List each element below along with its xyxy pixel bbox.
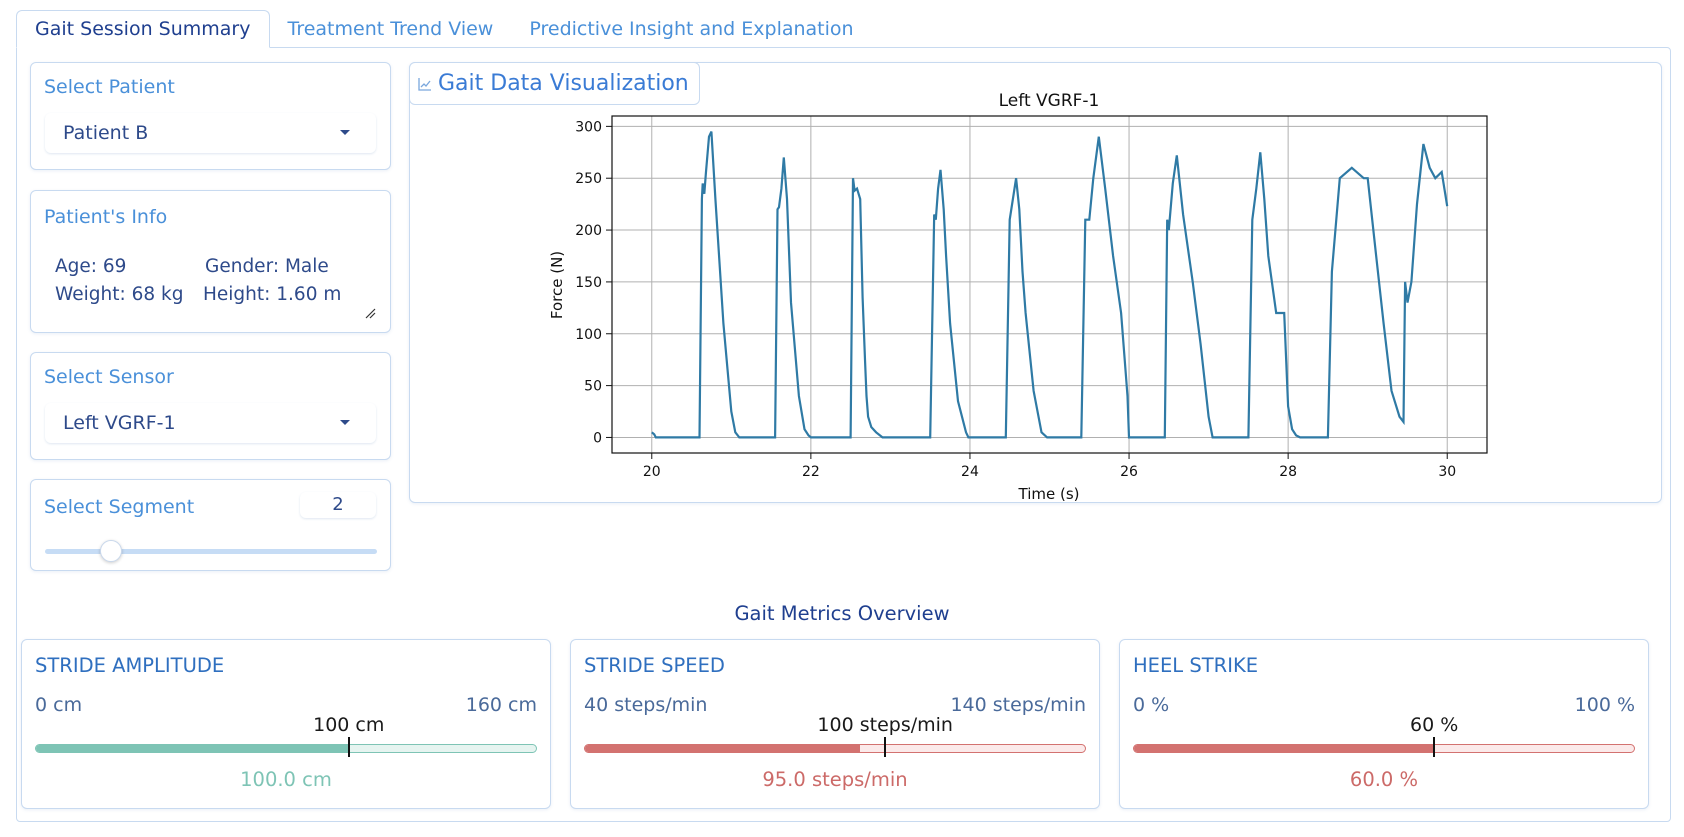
x-tick-label: 28 [1279, 464, 1297, 480]
tab-predictive-insight[interactable]: Predictive Insight and Explanation [511, 10, 871, 48]
metric-progress-fill [36, 745, 349, 752]
patient-weight: Weight: 68 kg [55, 284, 184, 305]
series-line [651, 131, 1449, 439]
y-axis-label: Force (N) [548, 251, 566, 319]
metric-max-label: 140 steps/min [950, 694, 1086, 716]
segment-select-title: Select Segment [44, 496, 195, 518]
y-tick-label: 100 [575, 327, 602, 343]
resize-grip-icon[interactable] [365, 308, 376, 319]
y-tick-label: 0 [593, 430, 602, 446]
metric-progress-bar [1133, 744, 1635, 753]
x-tick-label: 24 [961, 464, 979, 480]
metric-progress-bar [35, 744, 537, 753]
patient-dropdown[interactable]: Patient B [45, 113, 376, 153]
metric-progress-fill [585, 745, 860, 752]
patient-info-title: Patient's Info [44, 206, 168, 228]
tab-treatment-trend-view[interactable]: Treatment Trend View [270, 10, 512, 48]
metric-title: HEEL STRIKE [1133, 654, 1259, 677]
gait-chart: Left VGRF-1 20 22 24 26 28 300501001502002503… [548, 91, 1488, 503]
gait-visualization-card: Left VGRF-1 20 22 24 26 28 30 0 50 100 150 200 250 3… [409, 62, 1662, 503]
patient-select-card: Select Patient Patient B [30, 62, 391, 170]
patient-height: Height: 1.60 m [203, 284, 342, 305]
metric-title: STRIDE AMPLITUDE [35, 654, 225, 677]
metric-value: 95.0 steps/min [762, 768, 908, 791]
stride-amplitude-card: STRIDE AMPLITUDE 0 cm 160 cm 100 cm 100.… [21, 639, 551, 809]
patient-select-title: Select Patient [44, 76, 175, 98]
patient-gender: Gender: Male [205, 256, 329, 277]
metric-reference-marker [347, 737, 350, 757]
y-tick-label: 250 [575, 171, 602, 187]
y-tick-label: 200 [575, 223, 602, 239]
patient-info-text: Age: 69 Gender: Male Weight: 68 kg Heigh… [55, 253, 341, 309]
metric-progress-bar [584, 744, 1086, 753]
sensor-dropdown-value: Left VGRF-1 [63, 412, 176, 434]
chevron-down-icon [340, 420, 350, 425]
chart-icon [418, 77, 431, 91]
stride-speed-card: STRIDE SPEED 40 steps/min 140 steps/min … [570, 639, 1100, 809]
y-tick-label: 300 [575, 119, 602, 135]
x-tick-label: 26 [1120, 464, 1138, 480]
metrics-overview-title: Gait Metrics Overview [734, 602, 950, 625]
metric-min-label: 0 cm [35, 694, 83, 716]
segment-select-card: Select Segment 2 [30, 479, 391, 571]
sensor-dropdown[interactable]: Left VGRF-1 [45, 403, 376, 443]
metric-value: 60.0 % [1349, 768, 1419, 791]
visualization-header: Gait Data Visualization [409, 62, 700, 105]
chart-title: Left VGRF-1 [999, 91, 1100, 111]
y-tick-label: 150 [575, 275, 602, 291]
x-tick-label: 20 [643, 464, 661, 480]
segment-slider-thumb[interactable] [100, 540, 123, 562]
metric-reference-label: 60 % [1410, 714, 1459, 736]
metric-max-label: 100 % [1574, 694, 1635, 716]
plot-frame [611, 115, 1488, 454]
sensor-select-card: Select Sensor Left VGRF-1 [30, 352, 391, 460]
x-tick-label: 22 [802, 464, 820, 480]
metric-min-label: 40 steps/min [584, 694, 708, 716]
metric-value: 100.0 cm [240, 768, 332, 791]
sensor-select-title: Select Sensor [44, 366, 174, 388]
segment-slider-track[interactable] [45, 549, 377, 554]
patient-age: Age: 69 [55, 256, 127, 277]
metric-reference-label: 100 cm [313, 714, 385, 736]
patient-info-card: Patient's Info Age: 69 Gender: Male Weig… [30, 190, 391, 333]
metric-max-label: 160 cm [465, 694, 537, 716]
metric-progress-fill [1134, 745, 1434, 752]
y-tick-label: 50 [584, 379, 602, 395]
metric-reference-label: 100 steps/min [817, 714, 953, 736]
x-tick-label: 30 [1438, 464, 1456, 480]
visualization-title: Gait Data Visualization [438, 71, 689, 96]
x-axis-label: Time (s) [1018, 485, 1080, 503]
heel-strike-card: HEEL STRIKE 0 % 100 % 60 % 60.0 % [1119, 639, 1649, 809]
metric-min-label: 0 % [1133, 694, 1170, 716]
tab-gait-session-summary[interactable]: Gait Session Summary [16, 10, 270, 48]
metric-title: STRIDE SPEED [584, 654, 725, 677]
chevron-down-icon [340, 130, 350, 135]
metric-reference-marker [884, 737, 887, 757]
metric-reference-marker [1433, 737, 1436, 757]
tab-bar: Gait Session Summary Treatment Trend Vie… [16, 10, 872, 48]
segment-value-input[interactable]: 2 [300, 492, 376, 518]
patient-dropdown-value: Patient B [63, 122, 149, 144]
